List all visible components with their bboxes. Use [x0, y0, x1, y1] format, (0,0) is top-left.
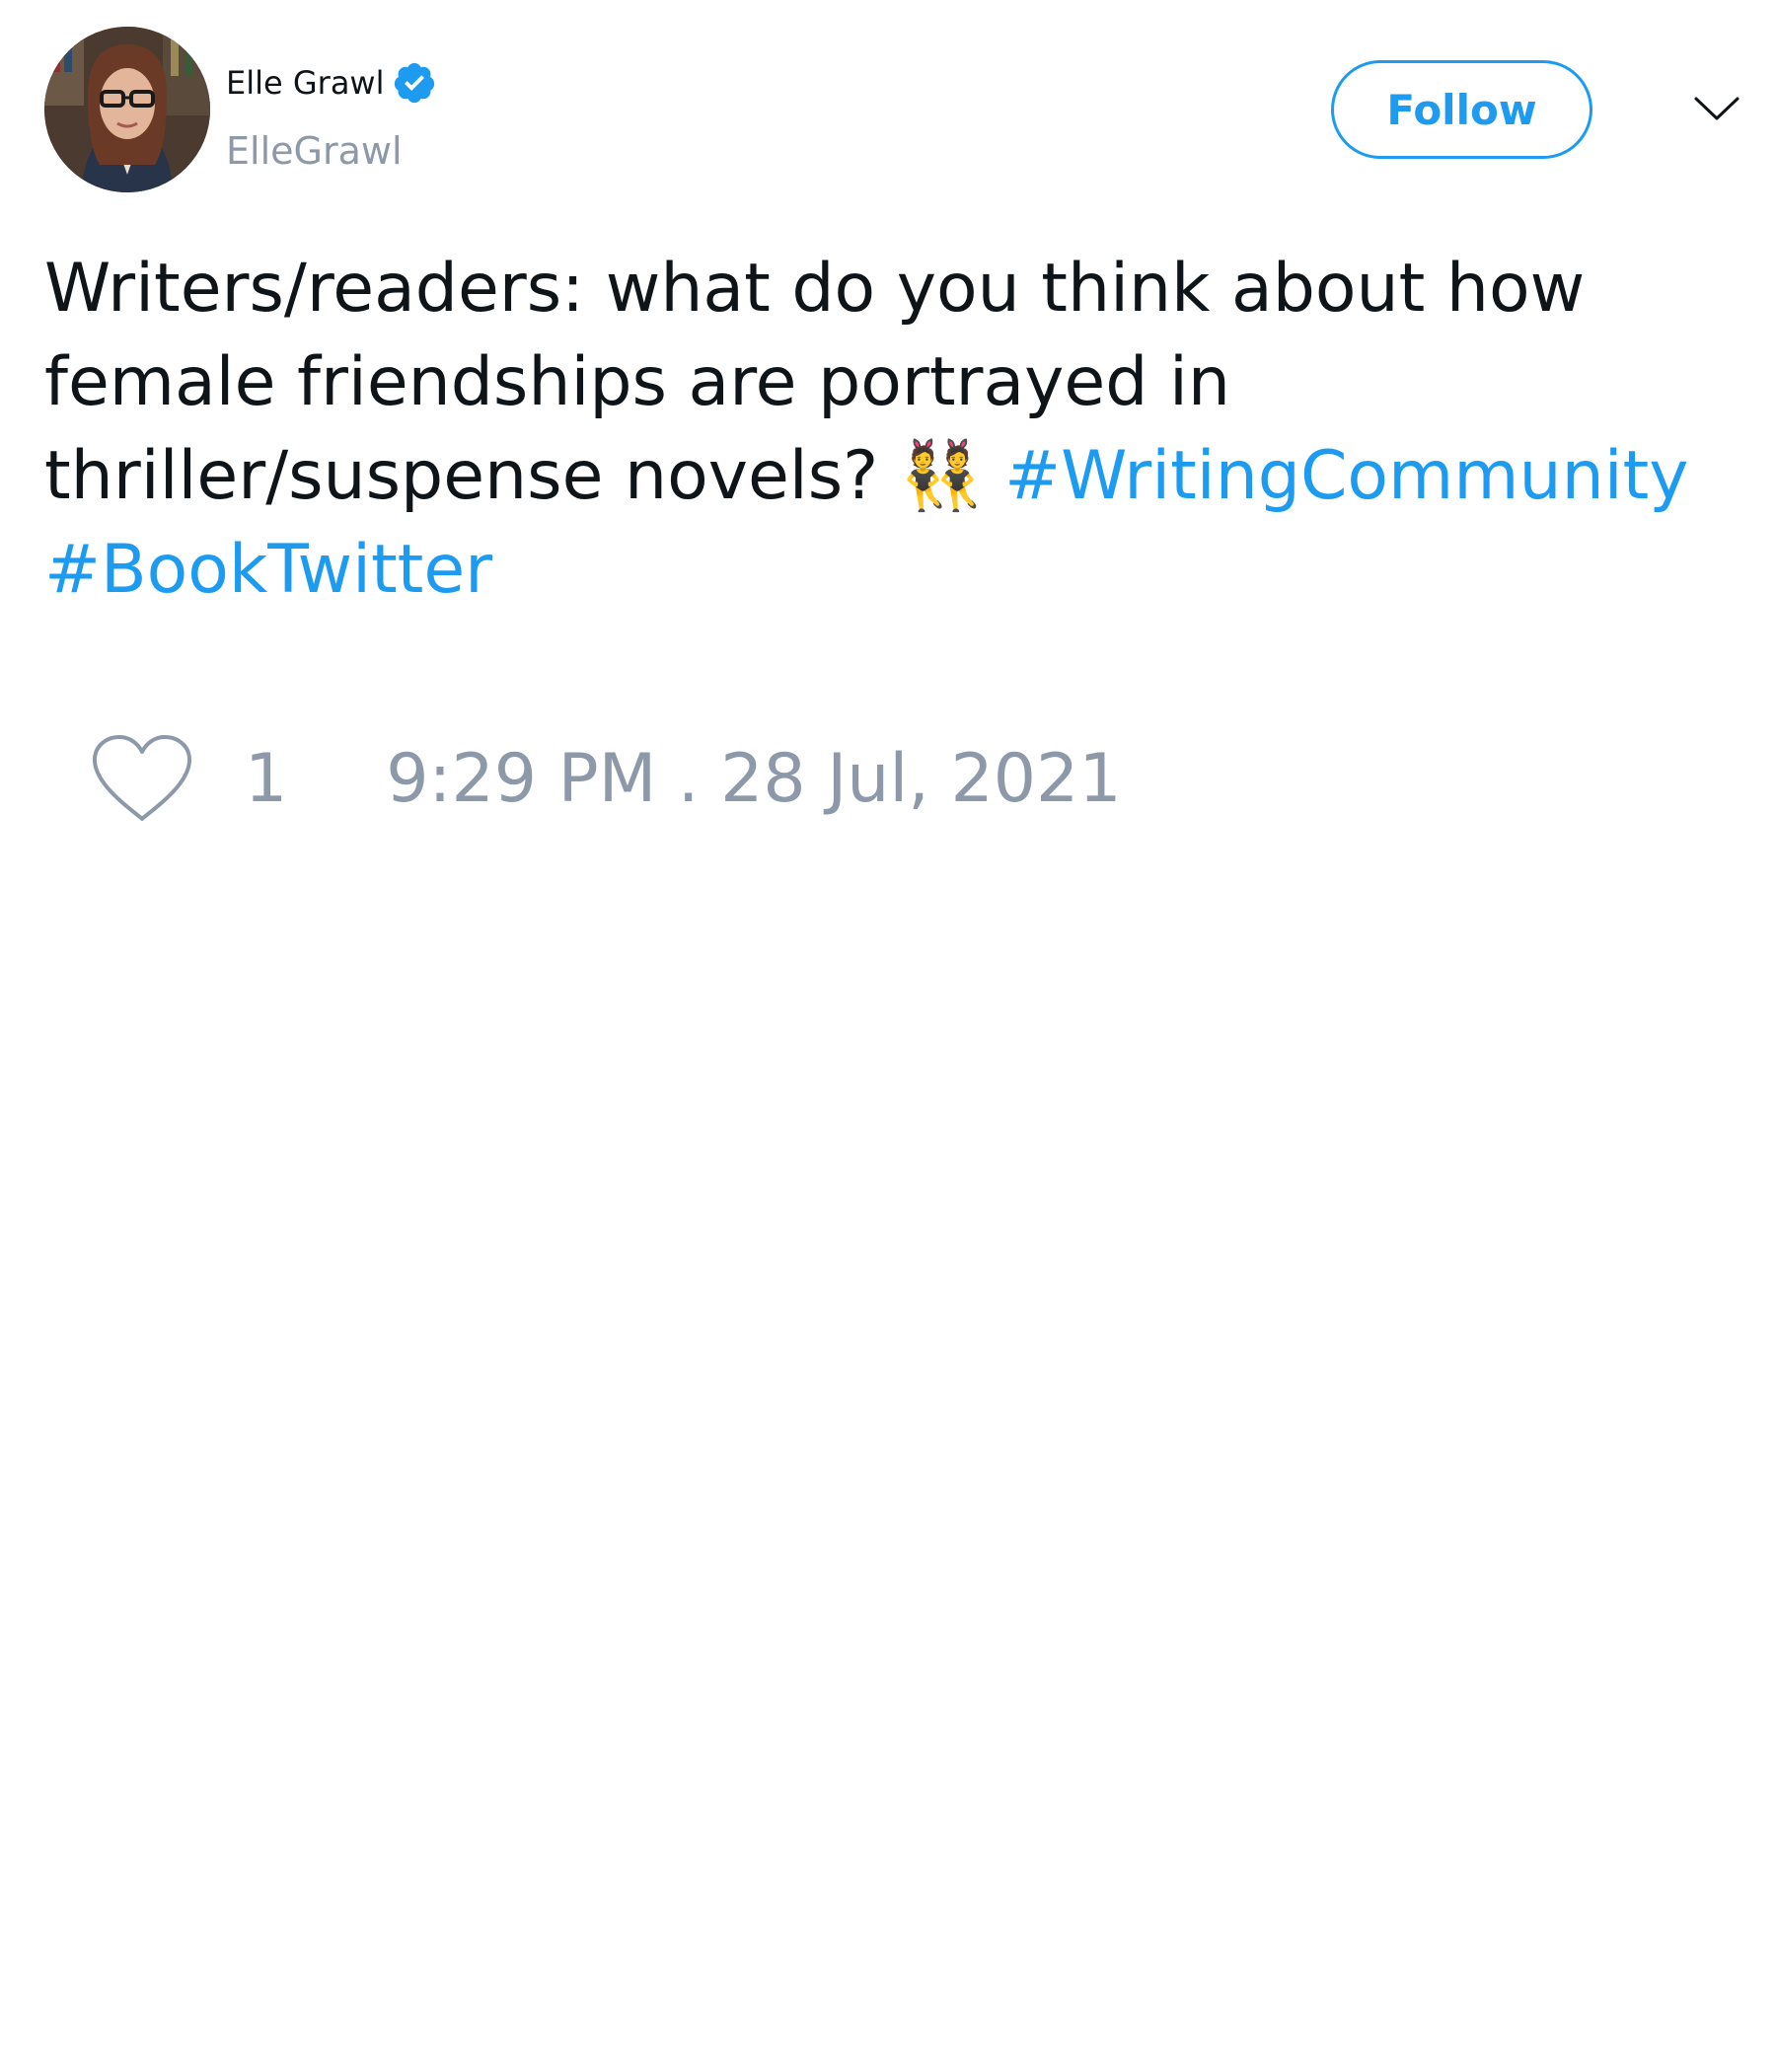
- verified-badge-icon: [392, 60, 437, 106]
- avatar[interactable]: [44, 27, 210, 192]
- heart-icon[interactable]: [89, 732, 195, 827]
- hashtag-writingcommunity[interactable]: #WritingCommunity: [1004, 437, 1688, 515]
- user-handle[interactable]: ElleGrawl: [226, 126, 403, 176]
- like-count: 1: [245, 740, 288, 818]
- tweet-timestamp[interactable]: 9:29 PM . 28 Jul, 2021: [386, 735, 1121, 824]
- chevron-down-icon[interactable]: [1692, 89, 1741, 128]
- tweet-card: Elle Grawl ElleGrawl Follow Writers/read…: [0, 0, 1776, 2072]
- display-name[interactable]: Elle Grawl: [226, 59, 384, 107]
- follow-button[interactable]: Follow: [1331, 60, 1592, 159]
- tweet-text: Writers/readers: what do you think about…: [44, 242, 1741, 617]
- hashtag-booktwitter[interactable]: #BookTwitter: [44, 531, 492, 609]
- tweet-footer: 1 9:29 PM . 28 Jul, 2021: [89, 730, 1122, 829]
- author-name-row: Elle Grawl: [226, 59, 437, 107]
